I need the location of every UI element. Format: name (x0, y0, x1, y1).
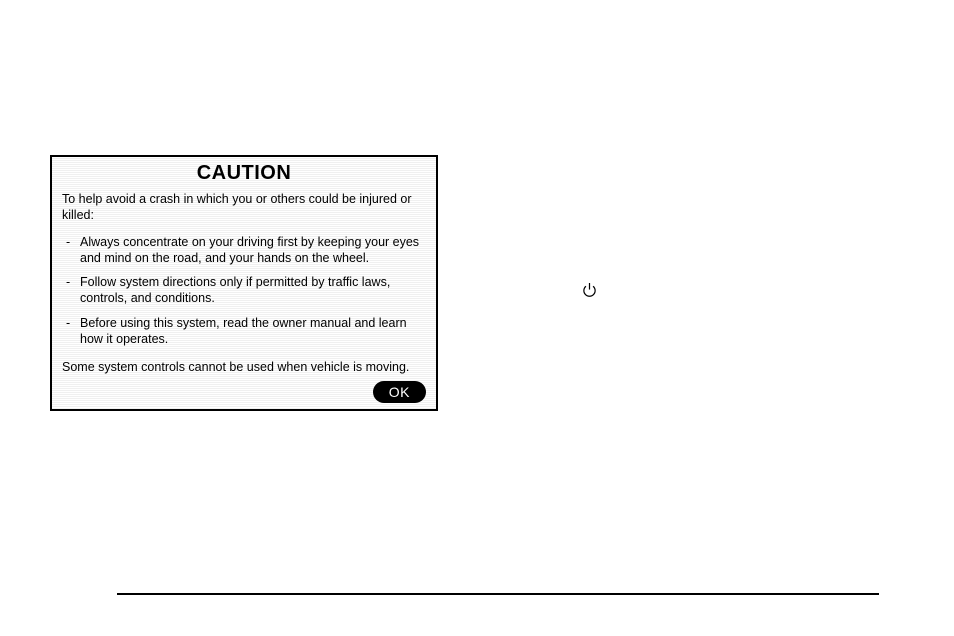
list-item: Always concentrate on your driving first… (70, 234, 426, 267)
list-item: Before using this system, read the owner… (70, 315, 426, 348)
caution-footer: Some system controls cannot be used when… (52, 357, 436, 379)
page: CAUTION To help avoid a crash in which y… (0, 0, 954, 636)
caution-box: CAUTION To help avoid a crash in which y… (50, 155, 438, 411)
caution-bullets: Always concentrate on your driving first… (52, 230, 436, 358)
caution-intro: To help avoid a crash in which you or ot… (52, 189, 436, 230)
horizontal-rule (117, 593, 879, 595)
caution-title: CAUTION (52, 157, 436, 189)
ok-button[interactable]: OK (373, 381, 426, 403)
power-icon (582, 282, 597, 304)
ok-row: OK (52, 379, 436, 409)
list-item: Follow system directions only if permitt… (70, 274, 426, 307)
